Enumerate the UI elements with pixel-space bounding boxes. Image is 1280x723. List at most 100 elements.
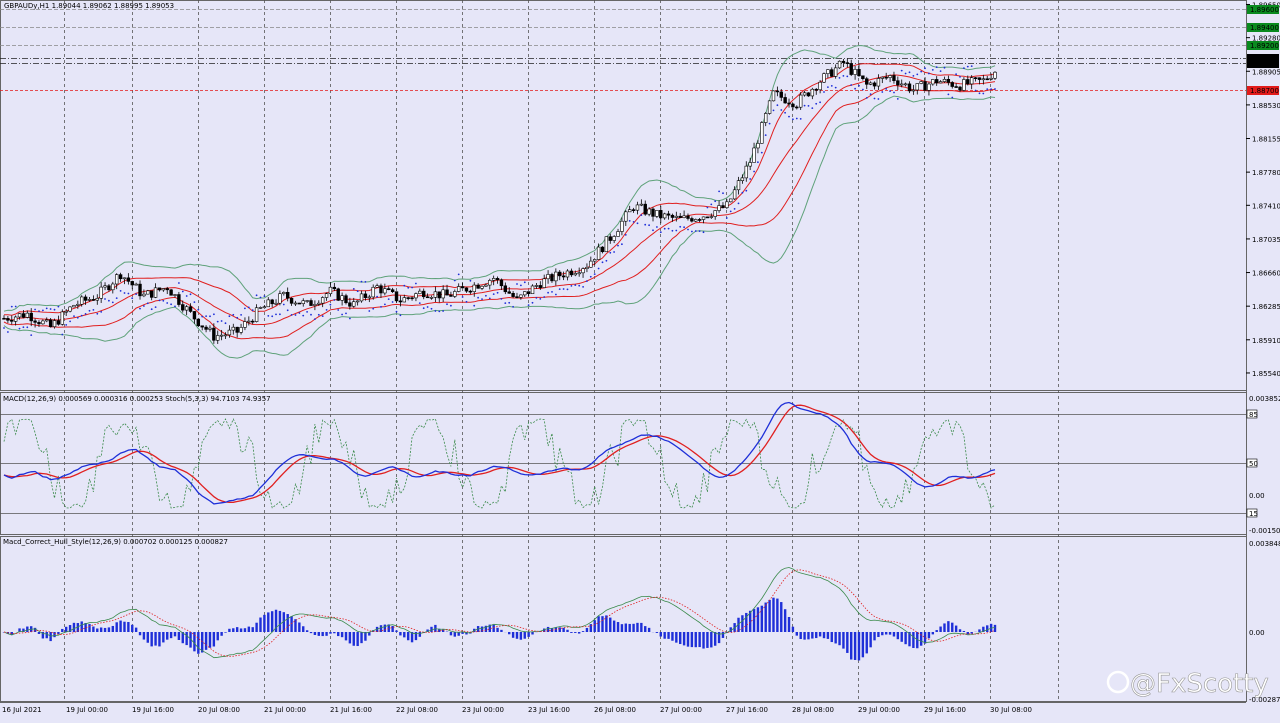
sar-dot [65,324,67,326]
sar-dot [287,309,289,311]
candle-body [760,123,763,144]
hull-bar [232,628,234,632]
time-axis: 16 Jul 202119 Jul 00:0019 Jul 16:0020 Ju… [2,706,1032,714]
candle-body [667,214,670,215]
hull-bar [290,616,292,632]
sar-dot [159,300,161,302]
sar-dot [23,326,25,328]
hull-bar [53,632,55,637]
sar-dot [920,71,922,73]
sar-dot [306,311,308,313]
watermark-text: @FxScotty [1130,669,1269,699]
candle-body [317,303,320,304]
hull-bar [104,628,106,632]
sar-dot [267,315,269,317]
sar-dot [326,309,328,311]
hull-bar [298,623,300,633]
hull-bar [516,632,518,639]
candle-body [201,326,204,327]
at-icon [1108,672,1128,692]
candle-body [383,289,386,293]
hull-bar [772,598,774,632]
sar-dot [792,118,794,120]
price-tick-label: 1.87410 [1252,202,1280,210]
sar-dot [279,313,281,315]
candle-body [694,219,697,221]
sar-dot [178,282,180,284]
candle-body [640,204,643,205]
hull-bar [881,632,883,635]
candle-body [613,236,616,240]
hull-bar [279,611,281,632]
hull-bar [986,625,988,632]
sar-dot [683,226,685,228]
hull-panel[interactable] [1,537,1247,702]
sar-dot [893,92,895,94]
hull-bar [562,628,564,632]
price-panel[interactable] [1,1,1247,391]
sar-dot [314,318,316,320]
candle-body [978,78,981,80]
hull-bar [450,632,452,635]
sar-dot [182,291,184,293]
sar-dot [594,273,596,275]
hull-bar [936,630,938,632]
hull-bar [108,627,110,632]
candle-body [286,292,289,298]
candle-body [780,92,783,98]
sar-dot [127,293,129,295]
candle-body [255,308,258,322]
candle-body [539,285,542,287]
hull-bar [609,618,611,632]
sar-dot [446,303,448,305]
sar-dot [916,74,918,76]
candle-body [30,313,33,321]
candle-body [88,299,91,300]
candle-body [764,113,767,122]
candle-body [943,79,946,81]
sar-dot [979,92,981,94]
hull-bar [318,632,320,636]
sar-dot [726,217,728,219]
sar-dot [166,302,168,304]
sar-dot [77,317,79,319]
sar-dot [322,315,324,317]
chart-window[interactable]: GBPAUDy,H1 1.89044 1.89062 1.88995 1.890… [0,0,1280,719]
candle-body [348,303,351,306]
sar-dot [225,322,227,324]
sar-dot [244,308,246,310]
envelope-mid [4,75,995,325]
hull-bar [38,632,40,634]
candle-body [162,289,165,290]
candle-body [986,79,989,80]
sar-dot [913,75,915,77]
candle-body [380,286,383,293]
candle-body [807,93,810,96]
sar-dot [54,309,56,311]
sar-dot [376,296,378,298]
time-label: 20 Jul 08:00 [198,706,240,714]
candle-body [457,287,460,292]
sar-dot [905,73,907,75]
sar-dot [559,288,561,290]
hull-bar [384,625,386,632]
candle-body [220,335,223,336]
candle-body [605,237,608,252]
time-label: 30 Jul 08:00 [990,706,1032,714]
sar-dot [742,192,744,194]
sar-dot [462,296,464,298]
candle-body [69,307,72,311]
hull-bar [294,619,296,632]
macd-tick-label: 0.003852 [1249,395,1280,403]
macd-axis: 0.00385285500.0015-0.001507 [1247,395,1280,535]
hull-bar [135,628,137,632]
hull-bar [197,632,199,654]
candle-body [251,321,254,322]
vertical-gridlines [65,0,1059,702]
candle-body [679,216,682,217]
price-tick-label: 1.88530 [1252,102,1280,110]
candle-body [345,296,348,303]
hull-bar [166,632,168,640]
horizontal-levels [0,10,1246,91]
candle-body [177,295,180,305]
